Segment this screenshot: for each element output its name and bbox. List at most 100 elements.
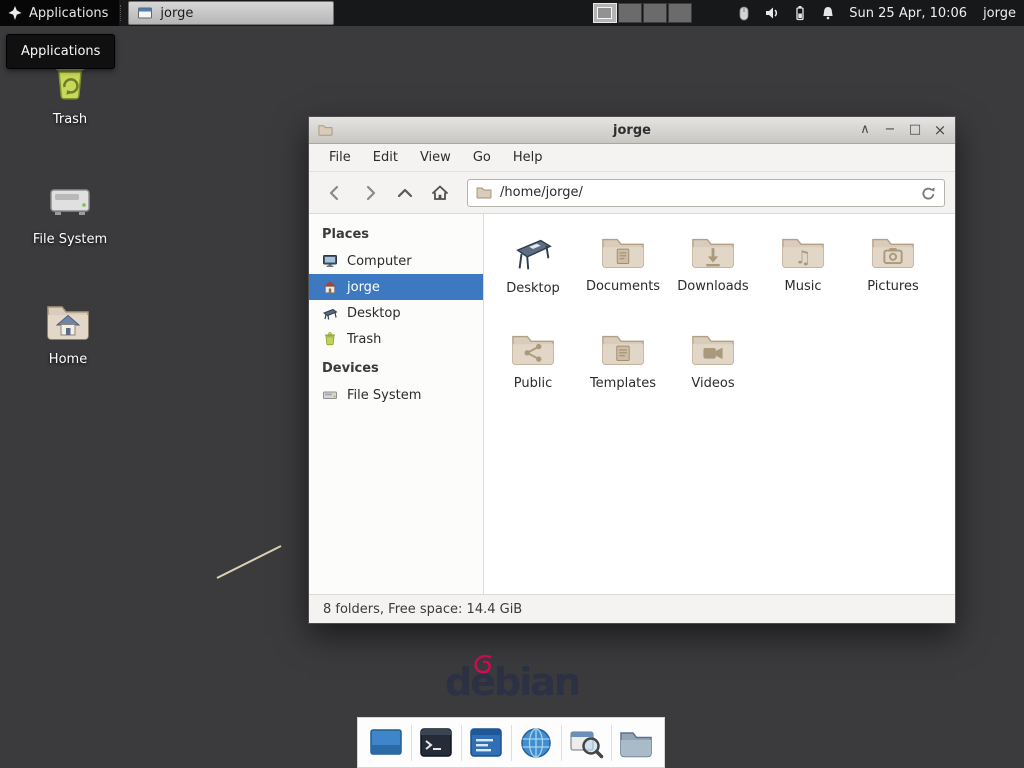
applications-tooltip: Applications [6, 34, 115, 69]
home-icon [430, 183, 450, 203]
file-item-music[interactable]: ♫ Music [758, 226, 848, 323]
back-button[interactable] [319, 179, 351, 207]
minimize-button[interactable]: − [883, 118, 897, 142]
workspace-window-thumb [597, 7, 612, 19]
file-label: Downloads [677, 279, 748, 294]
top-panel: Applications jorge [0, 0, 1024, 26]
dock-show-desktop[interactable] [366, 723, 406, 763]
sidebar: Places Computer jorge [309, 214, 484, 594]
debian-wordmark: debian [0, 660, 1024, 704]
show-desktop-icon [368, 726, 404, 760]
forward-icon [361, 184, 379, 202]
sidebar-item-label: Trash [347, 332, 381, 347]
close-button[interactable]: × [933, 118, 947, 142]
window-titlebar[interactable]: jorge ∧ − □ × [309, 117, 955, 144]
sidebar-item-label: Computer [347, 254, 412, 269]
sidebar-item-label: jorge [347, 280, 380, 295]
sidebar-item-computer[interactable]: Computer [309, 248, 483, 274]
file-item-videos[interactable]: Videos [668, 323, 758, 420]
file-item-downloads[interactable]: Downloads [668, 226, 758, 323]
workspace-1[interactable] [593, 3, 617, 23]
file-label: Public [514, 376, 552, 391]
sidebar-item-jorge[interactable]: jorge [309, 274, 483, 300]
menu-view[interactable]: View [410, 147, 461, 168]
window-icon [137, 5, 153, 21]
file-manager-window: jorge ∧ − □ × File Edit View Go Help [308, 116, 956, 624]
applications-label: Applications [29, 6, 108, 21]
debian-swirl-icon [472, 653, 494, 675]
toolbar: /home/jorge/ [309, 172, 955, 214]
places-header: Places [309, 218, 483, 248]
file-label: Music [785, 279, 822, 294]
sidebar-item-label: File System [347, 388, 421, 403]
file-label: Videos [691, 376, 734, 391]
system-tray [735, 0, 837, 26]
path-bar[interactable]: /home/jorge/ [467, 179, 945, 207]
debian-logo-text: debian [445, 660, 579, 704]
file-item-pictures[interactable]: Pictures [848, 226, 938, 323]
panel-handle [120, 5, 124, 21]
menu-edit[interactable]: Edit [363, 147, 408, 168]
dock-console[interactable] [466, 723, 506, 763]
maximize-button[interactable]: □ [908, 118, 922, 142]
desktop-icon-home-label: Home [49, 352, 87, 367]
desktop-icon-filesystem[interactable]: File System [20, 177, 120, 247]
file-item-desktop[interactable]: Desktop [488, 226, 578, 323]
desktop-icon-home[interactable]: Home [18, 297, 118, 367]
up-button[interactable] [389, 179, 421, 207]
menu-go[interactable]: Go [463, 147, 501, 168]
dock-separator [461, 725, 462, 761]
workspace-2[interactable] [618, 3, 642, 23]
status-bar: 8 folders, Free space: 14.4 GiB [309, 594, 955, 623]
dock-web-browser[interactable] [516, 723, 556, 763]
bottom-dock [357, 717, 665, 768]
battery-icon[interactable] [791, 0, 809, 26]
clock[interactable]: Sun 25 Apr, 10:06 [849, 0, 967, 26]
sidebar-item-filesystem[interactable]: File System [309, 382, 483, 408]
reload-icon[interactable] [920, 185, 936, 201]
devices-header: Devices [309, 352, 483, 382]
xfce-logo-icon [7, 5, 23, 21]
terminal-icon [418, 725, 454, 760]
hard-drive-icon [46, 177, 94, 225]
window-body: Places Computer jorge [309, 214, 955, 594]
file-manager-folder-icon [618, 727, 654, 759]
computer-icon [322, 253, 338, 269]
folder-icon-public [510, 329, 556, 369]
console-icon [468, 725, 504, 760]
panel-username: jorge [983, 0, 1016, 26]
menu-file[interactable]: File [319, 147, 361, 168]
dock-file-manager[interactable] [616, 723, 656, 763]
volume-icon[interactable] [763, 0, 781, 26]
taskbar-window-label: jorge [160, 6, 193, 21]
file-item-documents[interactable]: Documents [578, 226, 668, 323]
svg-text:♫: ♫ [795, 248, 811, 269]
file-label: Pictures [867, 279, 918, 294]
dock-app-finder[interactable] [566, 723, 606, 763]
applications-menu-button[interactable]: Applications [0, 0, 119, 26]
dock-separator [561, 725, 562, 761]
home-button[interactable] [424, 179, 456, 207]
sidebar-item-trash[interactable]: Trash [309, 326, 483, 352]
folder-icon-downloads [690, 232, 736, 272]
workspace-4[interactable] [668, 3, 692, 23]
file-item-public[interactable]: Public [488, 323, 578, 420]
up-icon [396, 184, 414, 202]
dock-separator [511, 725, 512, 761]
home-folder-icon [44, 297, 92, 345]
dock-terminal[interactable] [416, 723, 456, 763]
workspace-3[interactable] [643, 3, 667, 23]
notification-bell-icon[interactable] [819, 0, 837, 26]
file-item-templates[interactable]: Templates [578, 323, 668, 420]
forward-button[interactable] [354, 179, 386, 207]
sidebar-item-desktop[interactable]: Desktop [309, 300, 483, 326]
path-text[interactable]: /home/jorge/ [500, 185, 912, 200]
taskbar-window-button[interactable]: jorge [128, 1, 334, 25]
file-grid: Desktop Documents D [484, 214, 955, 594]
shade-button[interactable]: ∧ [858, 118, 872, 142]
menu-help[interactable]: Help [503, 147, 553, 168]
folder-icon-videos [690, 329, 736, 369]
workspace-switcher[interactable] [593, 0, 693, 26]
folder-icon-music: ♫ [780, 232, 826, 272]
pointer-device-icon[interactable] [735, 0, 753, 26]
